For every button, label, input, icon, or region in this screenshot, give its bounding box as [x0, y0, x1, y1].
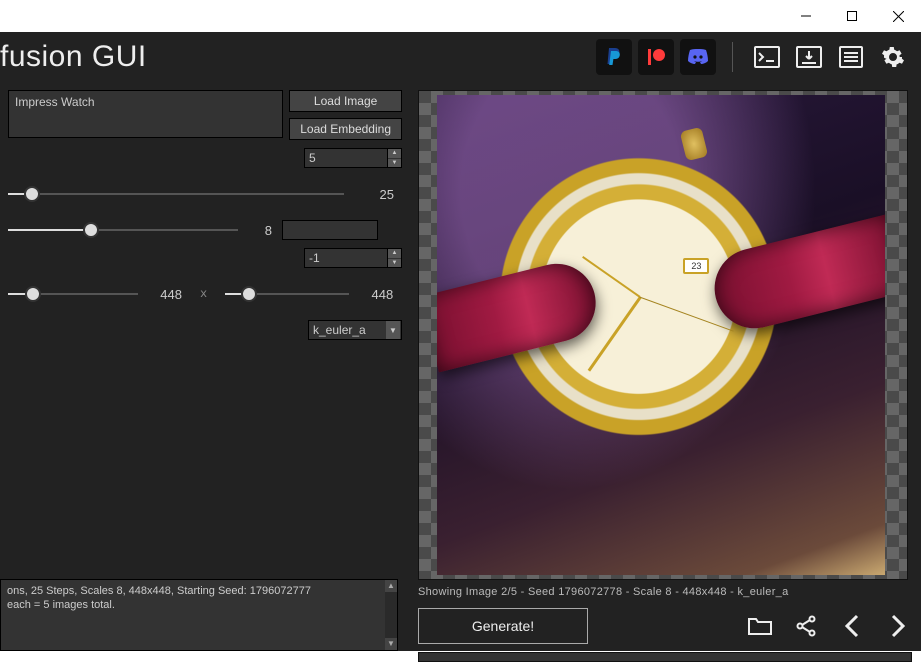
main-split: Impress Watch Load Image Load Embedding …	[0, 82, 921, 651]
preview-actions: Generate!	[418, 608, 917, 644]
terminal-icon[interactable]	[749, 39, 785, 75]
generate-button[interactable]: Generate!	[418, 608, 588, 644]
share-button[interactable]	[787, 608, 825, 644]
load-image-button[interactable]: Load Image	[289, 90, 402, 112]
patreon-icon[interactable]	[638, 39, 674, 75]
prev-image-button[interactable]	[833, 608, 871, 644]
scale-value: 8	[248, 223, 272, 238]
window-titlebar	[0, 0, 921, 32]
height-slider[interactable]	[225, 286, 349, 302]
gear-icon[interactable]	[875, 39, 911, 75]
sampler-value: k_euler_a	[313, 323, 366, 337]
header-icon-bar	[596, 39, 911, 75]
app-root: fusion GUI	[0, 32, 921, 651]
discord-icon[interactable]	[680, 39, 716, 75]
preview-canvas: 23	[418, 90, 908, 580]
window-close-button[interactable]	[875, 0, 921, 32]
seed-input[interactable]	[304, 248, 388, 268]
next-image-button[interactable]	[879, 608, 917, 644]
open-folder-button[interactable]	[741, 608, 779, 644]
height-value: 448	[359, 287, 393, 302]
window-minimize-button[interactable]	[783, 0, 829, 32]
preview-caption: Showing Image 2/5 - Seed 1796072778 - Sc…	[418, 586, 917, 598]
prompt-input[interactable]: Impress Watch	[8, 90, 283, 138]
header-divider	[732, 42, 733, 72]
scale-text-input[interactable]	[282, 220, 378, 240]
seed-spinner[interactable]: ▲▼	[388, 248, 402, 268]
progress-bar	[418, 652, 912, 662]
app-title: fusion GUI	[0, 40, 147, 74]
watch-crown	[680, 126, 709, 160]
images-count-input[interactable]	[304, 148, 388, 168]
width-value: 448	[148, 287, 182, 302]
width-slider[interactable]	[8, 286, 138, 302]
window-maximize-button[interactable]	[829, 0, 875, 32]
dimension-separator: x	[200, 287, 207, 301]
chevron-down-icon: ▼	[386, 321, 400, 339]
generated-image: 23	[437, 95, 885, 575]
sampler-select[interactable]: k_euler_a ▼	[308, 320, 402, 340]
watch-date-window: 23	[683, 258, 709, 274]
load-embedding-button[interactable]: Load Embedding	[289, 118, 402, 140]
download-queue-icon[interactable]	[791, 39, 827, 75]
app-header: fusion GUI	[0, 32, 921, 82]
status-log: ons, 25 Steps, Scales 8, 448x448, Starti…	[0, 579, 398, 651]
status-line-2: each = 5 images total.	[7, 598, 391, 612]
scroll-up-icon[interactable]: ▲	[385, 580, 397, 592]
status-scrollbar[interactable]: ▲ ▼	[385, 580, 397, 650]
watch-strap-left	[437, 256, 604, 373]
scroll-down-icon[interactable]: ▼	[385, 638, 397, 650]
list-icon[interactable]	[833, 39, 869, 75]
preview-panel: 23 Showing Image 2/5 - Seed 1796072778 -…	[410, 82, 921, 651]
watch-strap-right	[706, 213, 885, 337]
steps-slider[interactable]	[8, 186, 344, 202]
controls-panel: Impress Watch Load Image Load Embedding …	[0, 82, 410, 651]
status-line-1: ons, 25 Steps, Scales 8, 448x448, Starti…	[7, 584, 391, 598]
images-count-spinner[interactable]: ▲▼	[388, 148, 402, 168]
scale-slider[interactable]	[8, 222, 238, 238]
paypal-icon[interactable]	[596, 39, 632, 75]
steps-value: 25	[354, 187, 394, 202]
